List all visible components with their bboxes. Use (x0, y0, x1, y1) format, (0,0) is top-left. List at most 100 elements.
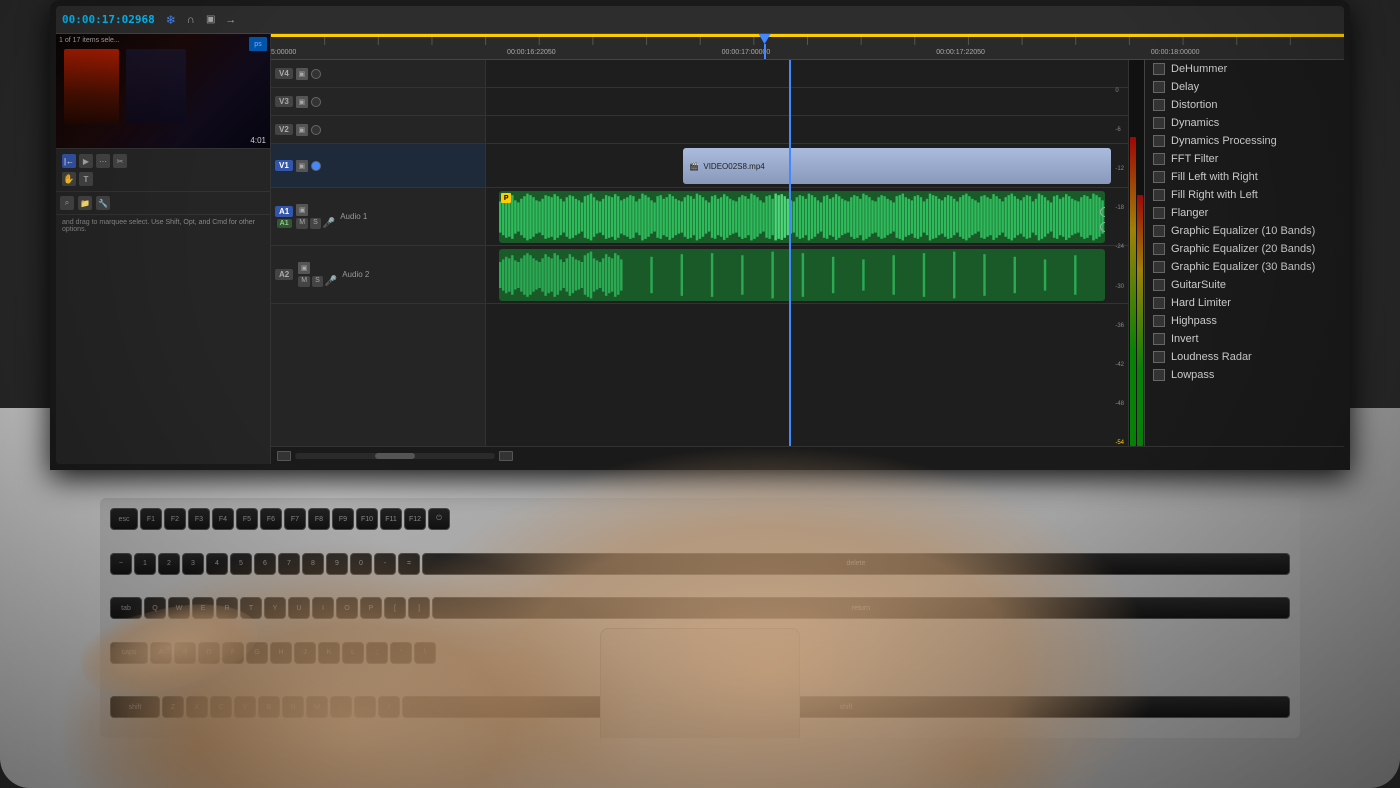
tool-hand-icon[interactable]: ✋ (62, 172, 76, 186)
folder-tool-icon[interactable]: 📁 (78, 196, 92, 210)
key-2[interactable]: 2 (158, 553, 180, 575)
key-1[interactable]: 1 (134, 553, 156, 575)
effect-checkbox-12[interactable] (1153, 279, 1165, 291)
key-7[interactable]: 7 (278, 553, 300, 575)
effect-checkbox-0[interactable] (1153, 63, 1165, 75)
track-a1-m-btn[interactable]: M (296, 218, 308, 229)
key-h[interactable]: H (270, 642, 292, 664)
effect-item-8[interactable]: Flanger (1145, 204, 1344, 222)
key-4[interactable]: 4 (206, 553, 228, 575)
effect-item-12[interactable]: GuitarSuite (1145, 276, 1344, 294)
key-bracket-open[interactable]: [ (384, 597, 406, 619)
curve-icon[interactable]: ∩ (183, 12, 199, 28)
key-q[interactable]: Q (144, 597, 166, 619)
effect-item-2[interactable]: Distortion (1145, 96, 1344, 114)
key-s[interactable]: S (174, 642, 196, 664)
key-caps[interactable]: caps (110, 642, 148, 664)
effect-item-17[interactable]: Lowpass (1145, 366, 1344, 384)
tool-razor-icon[interactable]: ✂ (113, 154, 127, 168)
key-f9[interactable]: F9 (332, 508, 354, 530)
track-v3-monitor-icon[interactable]: ▣ (296, 96, 308, 108)
key-u[interactable]: U (288, 597, 310, 619)
key-f5[interactable]: F5 (236, 508, 258, 530)
track-a2-monitor-icon[interactable]: ▣ (298, 262, 310, 274)
track-label-v1[interactable]: V1 (275, 160, 293, 171)
tool-in-out-icon[interactable]: |← (62, 154, 76, 168)
effect-checkbox-9[interactable] (1153, 225, 1165, 237)
key-f1[interactable]: F1 (140, 508, 162, 530)
effect-item-9[interactable]: Graphic Equalizer (10 Bands) (1145, 222, 1344, 240)
video-clip-v1[interactable]: 🎬 VIDEO02S8.mp4 (683, 148, 1111, 184)
tool-type-icon[interactable]: T (79, 172, 93, 186)
key-l[interactable]: L (342, 642, 364, 664)
key-5[interactable]: 5 (230, 553, 252, 575)
trackpad[interactable] (600, 628, 800, 738)
key-shift-right[interactable]: shift (402, 696, 1290, 718)
effect-checkbox-17[interactable] (1153, 369, 1165, 381)
timeline-scroll-right[interactable] (499, 451, 513, 461)
key-x[interactable]: X (186, 696, 208, 718)
track-v4-monitor-icon[interactable]: ▣ (296, 68, 308, 80)
key-y[interactable]: Y (264, 597, 286, 619)
key-f10[interactable]: F10 (356, 508, 378, 530)
key-e[interactable]: E (192, 597, 214, 619)
effect-checkbox-3[interactable] (1153, 117, 1165, 129)
effect-checkbox-5[interactable] (1153, 153, 1165, 165)
key-plus[interactable]: = (398, 553, 420, 575)
effect-item-16[interactable]: Loudness Radar (1145, 348, 1344, 366)
key-v[interactable]: V (234, 696, 256, 718)
key-power[interactable]: ⏻ (428, 508, 450, 530)
key-delete[interactable]: delete (422, 553, 1290, 575)
effect-checkbox-8[interactable] (1153, 207, 1165, 219)
key-8[interactable]: 8 (302, 553, 324, 575)
track-label-a1-inner[interactable]: A1 (277, 219, 292, 228)
effect-item-0[interactable]: DeHummer (1145, 60, 1344, 78)
effect-item-10[interactable]: Graphic Equalizer (20 Bands) (1145, 240, 1344, 258)
track-a2-mic-icon[interactable]: 🎤 (325, 276, 337, 287)
track-v4-eye-icon[interactable] (311, 69, 321, 79)
tool-ripple-icon[interactable]: ⋯ (96, 154, 110, 168)
key-b[interactable]: B (258, 696, 280, 718)
track-label-v4[interactable]: V4 (275, 68, 293, 79)
key-3[interactable]: 3 (182, 553, 204, 575)
key-g[interactable]: G (246, 642, 268, 664)
effect-item-1[interactable]: Delay (1145, 78, 1344, 96)
effect-item-13[interactable]: Hard Limiter (1145, 294, 1344, 312)
key-minus[interactable]: - (374, 553, 396, 575)
key-f2[interactable]: F2 (164, 508, 186, 530)
search-tool-icon[interactable]: ⌕ (60, 196, 74, 210)
effect-checkbox-16[interactable] (1153, 351, 1165, 363)
key-backslash[interactable]: \ (414, 642, 436, 664)
key-f8[interactable]: F8 (308, 508, 330, 530)
track-label-a1-outer[interactable]: A1 (275, 206, 293, 217)
track-label-v3[interactable]: V3 (275, 96, 293, 107)
key-c[interactable]: C (210, 696, 232, 718)
key-6[interactable]: 6 (254, 553, 276, 575)
effect-checkbox-15[interactable] (1153, 333, 1165, 345)
key-a[interactable]: A (150, 642, 172, 664)
audio-clip-a2[interactable] (499, 249, 1104, 301)
track-a2-m-btn[interactable]: M (298, 276, 310, 287)
key-9[interactable]: 9 (326, 553, 348, 575)
effect-checkbox-2[interactable] (1153, 99, 1165, 111)
effect-checkbox-7[interactable] (1153, 189, 1165, 201)
effect-item-4[interactable]: Dynamics Processing (1145, 132, 1344, 150)
key-bracket-close[interactable]: ] (408, 597, 430, 619)
track-v1-monitor-icon[interactable]: ▣ (296, 160, 308, 172)
key-f12[interactable]: F12 (404, 508, 426, 530)
effect-item-5[interactable]: FFT Filter (1145, 150, 1344, 168)
effect-checkbox-11[interactable] (1153, 261, 1165, 273)
key-f6[interactable]: F6 (260, 508, 282, 530)
track-v2-monitor-icon[interactable]: ▣ (296, 124, 308, 136)
key-f7[interactable]: F7 (284, 508, 306, 530)
key-esc[interactable]: esc (110, 508, 138, 530)
key-z[interactable]: Z (162, 696, 184, 718)
key-return[interactable]: return (432, 597, 1290, 619)
key-f[interactable]: F (222, 642, 244, 664)
key-tilde[interactable]: ~ (110, 553, 132, 575)
key-f4[interactable]: F4 (212, 508, 234, 530)
key-w[interactable]: W (168, 597, 190, 619)
track-v1-eye-icon[interactable] (311, 161, 321, 171)
key-semicolon[interactable]: ; (366, 642, 388, 664)
track-v2-eye-icon[interactable] (311, 125, 321, 135)
